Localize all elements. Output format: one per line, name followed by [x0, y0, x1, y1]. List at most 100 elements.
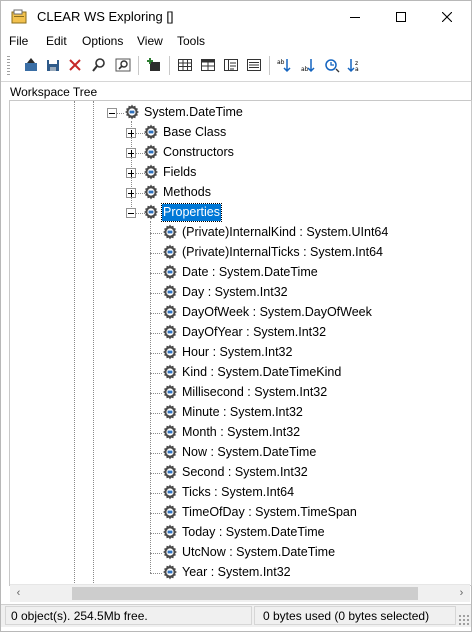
tree-node-property[interactable]: Date : System.DateTime — [181, 264, 319, 281]
expand-toggle-icon[interactable] — [126, 148, 136, 158]
tree-node-property[interactable]: Month : System.Int32 — [181, 424, 301, 441]
tree-node-fields[interactable]: Fields — [162, 164, 197, 181]
tree-connector — [150, 273, 162, 274]
collapse-toggle-icon[interactable] — [126, 208, 136, 218]
find-next-icon — [115, 58, 131, 72]
menu-options[interactable]: Options — [82, 34, 123, 48]
gear-icon — [163, 324, 177, 340]
expand-toggle-icon[interactable] — [126, 128, 136, 138]
detail-view-icon — [224, 59, 238, 71]
sort-down-icon: ab — [301, 59, 315, 73]
grid-view-button[interactable] — [175, 55, 195, 75]
tree-node-property[interactable]: Minute : System.Int32 — [181, 404, 304, 421]
list-view-icon — [247, 59, 261, 71]
find-next-button[interactable] — [113, 55, 133, 75]
list-view-button[interactable] — [244, 55, 264, 75]
upload-button[interactable] — [21, 55, 41, 75]
status-bytes: 0 bytes used (0 bytes selected) — [254, 606, 456, 625]
menu-tools[interactable]: Tools — [177, 34, 205, 48]
scroll-right-icon[interactable]: › — [453, 586, 470, 601]
tree-node-property[interactable]: Hour : System.Int32 — [181, 344, 293, 361]
tree-connector — [150, 233, 162, 234]
gear-icon — [144, 184, 158, 200]
sort-up-icon: ab — [277, 59, 291, 73]
detail-view-button[interactable] — [221, 55, 241, 75]
refresh-button[interactable] — [322, 55, 342, 75]
delete-button[interactable] — [65, 55, 85, 75]
tree-node-base-class[interactable]: Base Class — [162, 124, 227, 141]
collapse-toggle-icon[interactable] — [107, 108, 117, 118]
refresh-icon — [325, 59, 340, 73]
menu-view[interactable]: View — [137, 34, 163, 48]
expand-toggle-icon[interactable] — [126, 188, 136, 198]
tree-node-property[interactable]: Day : System.Int32 — [181, 284, 289, 301]
table-view-button[interactable] — [198, 55, 218, 75]
tree-guide-line — [74, 101, 75, 585]
find-button[interactable] — [89, 55, 109, 75]
svg-text:ab: ab — [301, 66, 309, 73]
maximize-button[interactable] — [378, 1, 424, 32]
tree-connector — [150, 373, 162, 374]
tree-node-property[interactable]: Year : System.Int32 — [181, 564, 292, 581]
tree-node-property[interactable]: DayOfWeek : System.DayOfWeek — [181, 304, 373, 321]
gear-icon — [163, 464, 177, 480]
toolbar-grip[interactable] — [7, 56, 10, 76]
new-item-button[interactable] — [144, 55, 164, 75]
menu-file[interactable]: File — [9, 34, 28, 48]
tree-node-methods[interactable]: Methods — [162, 184, 212, 201]
tree-connector — [150, 533, 162, 534]
tree-connector — [150, 513, 162, 514]
tree-node-property[interactable]: Ticks : System.Int64 — [181, 484, 295, 501]
sort-up-button[interactable]: ab — [274, 55, 294, 75]
sort-down-alt-button[interactable]: za — [344, 55, 364, 75]
minimize-button[interactable] — [332, 1, 378, 32]
tree-node-property[interactable]: UtcNow : System.DateTime — [181, 544, 336, 561]
tree-node-property[interactable]: Millisecond : System.Int32 — [181, 384, 328, 401]
tree-node-property[interactable]: Today : System.DateTime — [181, 524, 326, 541]
table-view-icon — [201, 59, 215, 71]
expand-toggle-icon[interactable] — [126, 168, 136, 178]
tree-connector — [150, 473, 162, 474]
close-icon — [442, 11, 452, 22]
gear-icon — [163, 524, 177, 540]
tree-node-property[interactable]: Now : System.DateTime — [181, 444, 317, 461]
gear-icon — [163, 384, 177, 400]
save-button[interactable] — [43, 55, 63, 75]
scroll-left-icon[interactable]: ‹ — [10, 586, 27, 601]
gear-icon — [163, 224, 177, 240]
toolbar-separator — [169, 56, 170, 75]
horizontal-scrollbar[interactable]: ‹ › — [10, 584, 470, 602]
new-item-icon — [147, 58, 160, 71]
menu-edit[interactable]: Edit — [46, 34, 67, 48]
tree-node-property[interactable]: TimeOfDay : System.TimeSpan — [181, 504, 358, 521]
tree-connector — [150, 393, 162, 394]
toolbar: ab ab za — [1, 53, 471, 78]
minimize-icon — [350, 16, 360, 18]
tree-node-root[interactable]: System.DateTime — [143, 104, 244, 121]
title-bar[interactable]: CLEAR WS Exploring [] — [1, 1, 471, 32]
tree-connector — [150, 253, 162, 254]
scrollbar-thumb[interactable] — [72, 587, 418, 600]
tree-connector — [150, 573, 162, 574]
tree-node-property[interactable]: (Private)InternalTicks : System.Int64 — [181, 244, 384, 261]
resize-grip[interactable] — [458, 614, 469, 625]
tree-node-property[interactable]: DayOfYear : System.Int32 — [181, 324, 327, 341]
close-button[interactable] — [424, 1, 470, 32]
gear-icon — [163, 544, 177, 560]
tree-connector — [150, 433, 162, 434]
sort-down-button[interactable]: ab — [298, 55, 318, 75]
gear-icon — [144, 204, 158, 220]
tree-node-property[interactable]: (Private)InternalKind : System.UInt64 — [181, 224, 389, 241]
gear-icon — [163, 484, 177, 500]
main-window: CLEAR WS Exploring [] File Edit Options … — [0, 0, 472, 632]
tree-node-property[interactable]: Second : System.Int32 — [181, 464, 309, 481]
upload-icon — [25, 58, 37, 71]
menu-bar: File Edit Options View Tools — [1, 32, 471, 52]
workspace-tree[interactable]: System.DateTime Base Class Constructors Fie… — [9, 100, 472, 586]
gear-icon — [163, 264, 177, 280]
tree-node-properties[interactable]: Properties — [161, 203, 222, 222]
tree-node-property[interactable]: Kind : System.DateTimeKind — [181, 364, 342, 381]
panel-title: Workspace Tree — [10, 85, 98, 99]
delete-icon — [69, 59, 81, 71]
tree-node-constructors[interactable]: Constructors — [162, 144, 235, 161]
